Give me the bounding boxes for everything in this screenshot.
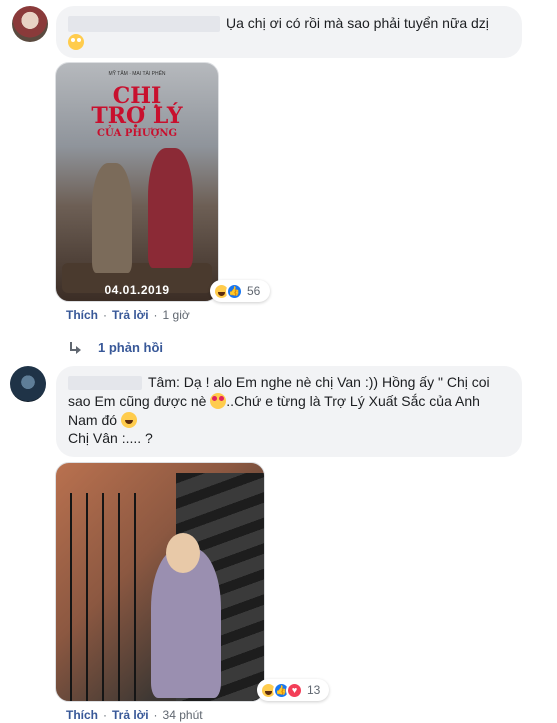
photo-rail — [86, 493, 88, 701]
reply-link[interactable]: Trả lời — [112, 308, 149, 322]
photo-rail — [70, 493, 72, 701]
poster-title-line2: TRỢ LÝ — [91, 103, 183, 129]
comment-timestamp[interactable]: 1 giờ — [163, 308, 190, 322]
comment-1-text: Ụa chị ơi có rồi mà sao phải tuyển nữa d… — [226, 15, 489, 31]
face-with-rolling-eyes-icon — [68, 33, 84, 50]
like-link[interactable]: Thích — [66, 308, 98, 322]
poster-figure-left — [92, 163, 132, 273]
comment-1-photo[interactable]: MỸ TÂM · MAI TÀI PHẾN CHỊ TRỢ LÝ CỦA PHƯ… — [55, 62, 219, 302]
separator-dot: · — [103, 308, 107, 322]
commenter-avatar-2[interactable] — [10, 366, 46, 402]
comment-2-photo[interactable] — [55, 462, 265, 702]
reaction-count: 56 — [247, 284, 261, 298]
comment-bubble-1: Ụa chị ơi có rồi mà sao phải tuyển nữa d… — [56, 6, 522, 58]
photo-rail — [118, 493, 120, 701]
separator-dot: · — [103, 708, 107, 722]
comment-2-reactions[interactable]: 👍 ♥ 13 — [257, 679, 329, 701]
commenter-avatar-1[interactable] — [12, 6, 48, 42]
redacted-commenter-name — [68, 376, 142, 391]
photo-rail — [102, 493, 104, 701]
separator-dot: · — [153, 308, 158, 322]
heart-eyes-icon — [210, 392, 227, 409]
grinning-face-icon — [120, 411, 137, 428]
poster-credits: MỸ TÂM · MAI TÀI PHẾN — [108, 71, 166, 77]
poster-date: 04.01.2019 — [104, 283, 170, 297]
comment-1-actions: Thích · Trả lời · 1 giờ — [66, 308, 190, 322]
redacted-commenter-name — [68, 16, 220, 33]
separator-dot: · — [153, 708, 158, 722]
view-replies-link[interactable]: 1 phản hồi — [70, 340, 163, 355]
reply-link[interactable]: Trả lời — [112, 708, 149, 722]
comment-2-actions: Thích · Trả lời · 34 phút — [66, 708, 203, 722]
comment-bubble-2: Tâm: Dạ ! alo Em nghe nè chị Van :)) Hồn… — [56, 366, 522, 457]
love-reaction-icon: ♥ — [286, 681, 303, 699]
poster-figure-right — [148, 148, 193, 268]
poster-title-line3: CỦA PHƯỢNG — [97, 128, 177, 139]
reaction-count: 13 — [307, 683, 321, 697]
photo-woman-head — [166, 533, 200, 573]
comment-timestamp[interactable]: 34 phút — [163, 708, 203, 722]
photo-rail — [134, 493, 136, 701]
like-link[interactable]: Thích — [66, 708, 98, 722]
comment-1-reactions[interactable]: 👍 56 — [210, 280, 270, 302]
comment-2-text-part3: Chị Vân :.... ? — [68, 430, 153, 447]
replies-count-label: 1 phản hồi — [98, 340, 163, 355]
reply-arrow-icon — [70, 341, 84, 354]
like-reaction-icon: 👍 — [226, 282, 243, 300]
